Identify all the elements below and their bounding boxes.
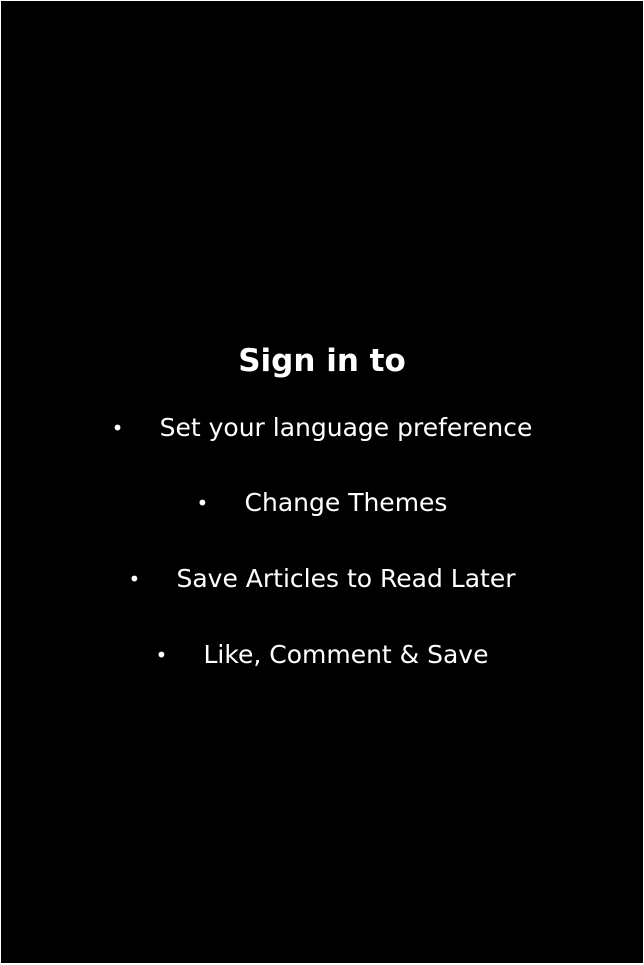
benefit-item-save-articles: • Save Articles to Read Later (1, 562, 643, 596)
benefit-label: Like, Comment & Save (203, 640, 489, 669)
benefit-item-like-comment-save: • Like, Comment & Save (1, 638, 643, 672)
bullet-icon: • (111, 416, 124, 440)
benefit-label: Set your language preference (159, 413, 533, 442)
bullet-icon: • (155, 643, 168, 667)
benefit-label: Change Themes (244, 488, 448, 517)
page-title: Sign in to (238, 343, 406, 379)
benefit-item-themes: • Change Themes (1, 486, 643, 520)
benefit-label: Save Articles to Read Later (176, 564, 516, 593)
benefit-item-language: • Set your language preference (1, 411, 643, 445)
bullet-icon: • (196, 491, 209, 515)
bullet-icon: • (128, 567, 141, 591)
sign-in-prompt-screen: Sign in to • Set your language preferenc… (1, 1, 643, 963)
